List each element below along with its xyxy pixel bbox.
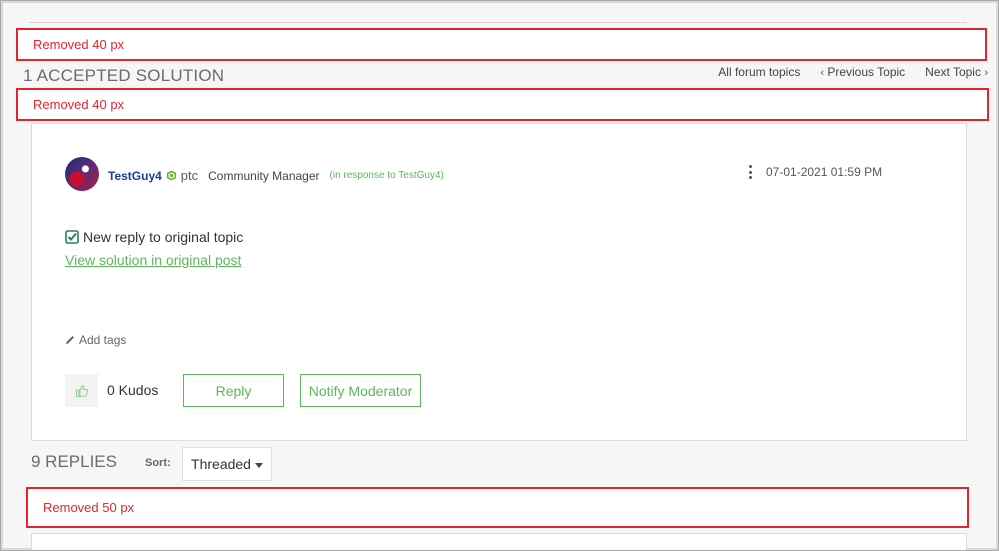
pencil-icon (66, 336, 74, 344)
annotation-label: Removed 50 px (43, 500, 135, 515)
forum-navigation: All forum topics ‹ Previous Topic Next T… (718, 65, 988, 79)
caret-down-icon (254, 462, 263, 468)
more-options-icon[interactable] (748, 165, 752, 179)
notify-moderator-button[interactable]: Notify Moderator (300, 374, 421, 407)
author-row: TestGuy4 ptc Community Manager (in respo… (108, 168, 444, 183)
annotation-label: Removed 40 px (33, 97, 125, 112)
accepted-solution-card: TestGuy4 ptc Community Manager (in respo… (31, 123, 967, 441)
screenshot-frame: Removed 40 px 1 ACCEPTED SOLUTION All fo… (0, 0, 999, 551)
accepted-solution-heading: 1 ACCEPTED SOLUTION (23, 66, 225, 85)
add-tags-button[interactable]: Add tags (65, 333, 126, 347)
avatar[interactable] (65, 157, 99, 191)
replies-heading: 9 REPLIES (31, 452, 117, 471)
annotation-removed-bottom: Removed 50 px (26, 487, 969, 528)
in-response-link[interactable]: (in response to TestGuy4) (330, 170, 444, 181)
view-solution-link[interactable]: View solution in original post (65, 252, 241, 268)
author-role: Community Manager (208, 168, 320, 183)
author-name-link[interactable]: TestGuy4 (108, 169, 162, 183)
reply-content: New reply to original topic (65, 229, 243, 245)
sort-value: Threaded (191, 456, 251, 472)
reply-button[interactable]: Reply (183, 374, 284, 407)
kudos-count: 0 Kudos (107, 382, 159, 398)
kudo-button[interactable] (65, 374, 98, 407)
reply-text: New reply to original topic (83, 229, 244, 245)
company-label: ptc (180, 168, 199, 183)
post-date: 07-01-2021 01:59 PM (766, 165, 883, 179)
next-topic-label: Next Topic (925, 65, 981, 79)
sort-label: Sort: (145, 457, 171, 469)
reply-card-partial (31, 533, 967, 550)
divider (29, 22, 967, 23)
all-forum-topics-link[interactable]: All forum topics (718, 65, 800, 79)
previous-topic-link[interactable]: ‹ Previous Topic (820, 65, 905, 79)
chevron-left-icon: ‹ (820, 67, 824, 79)
add-tags-label: Add tags (79, 333, 127, 347)
previous-topic-label: Previous Topic (827, 65, 906, 79)
annotation-label: Removed 40 px (33, 37, 125, 52)
next-topic-link[interactable]: Next Topic › (925, 65, 988, 79)
sort-dropdown[interactable]: Threaded (182, 447, 272, 481)
checkbox-check-icon (65, 230, 79, 244)
thumbs-up-icon (75, 384, 88, 397)
annotation-removed-middle: Removed 40 px (16, 88, 989, 121)
ptc-badge-icon (166, 170, 176, 181)
annotation-removed-top: Removed 40 px (16, 28, 987, 61)
chevron-right-icon: › (984, 67, 988, 79)
